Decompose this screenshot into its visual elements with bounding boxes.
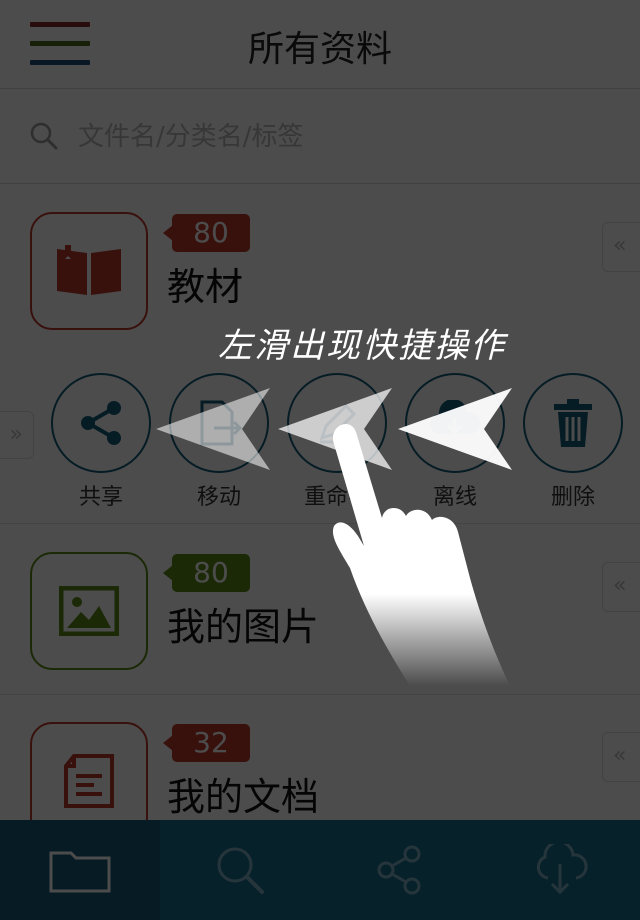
book-icon (57, 245, 121, 295)
move-action-label: 移动 (196, 485, 241, 510)
tab-search[interactable] (160, 820, 320, 920)
share-icon (81, 401, 121, 445)
swipe-hint-text: 左滑出现快捷操作 (218, 326, 506, 366)
count-badge: 80 (163, 554, 250, 592)
category-name: 我的文档 (167, 775, 320, 819)
tab-offline[interactable] (480, 820, 640, 920)
count-badge: 32 (163, 724, 250, 762)
tab-files[interactable] (0, 820, 160, 920)
search-input[interactable] (76, 114, 600, 160)
image-icon (59, 586, 119, 636)
tab-bar (0, 820, 640, 920)
folder-icon (49, 851, 111, 893)
share-action-label: 共享 (78, 485, 123, 510)
category-icon-frame (30, 552, 148, 670)
swipe-arrow-icon (156, 388, 270, 470)
delete-action-label: 删除 (550, 485, 595, 510)
collapse-chevron-icon[interactable]: » (0, 411, 34, 459)
search-icon (217, 847, 264, 894)
category-name: 我的图片 (167, 605, 320, 649)
category-name: 教材 (167, 265, 244, 309)
delete-action-button[interactable]: 删除 (523, 373, 623, 511)
category-icon-frame (30, 212, 148, 330)
page-title: 所有资料 (247, 29, 392, 70)
expand-chevron-icon[interactable]: « (602, 562, 640, 612)
search-icon (30, 122, 58, 150)
trash-icon (554, 399, 592, 447)
pointing-hand-icon (332, 423, 510, 686)
share-icon (377, 845, 421, 895)
share-action-button[interactable]: 共享 (51, 373, 151, 511)
count-badge: 80 (163, 214, 250, 252)
document-icon (64, 754, 114, 808)
tab-share[interactable] (320, 820, 480, 920)
expand-chevron-icon[interactable]: « (602, 222, 640, 272)
cloud-download-icon (536, 844, 588, 895)
expand-chevron-icon[interactable]: « (602, 732, 640, 782)
header: 所有资料 (0, 0, 640, 89)
